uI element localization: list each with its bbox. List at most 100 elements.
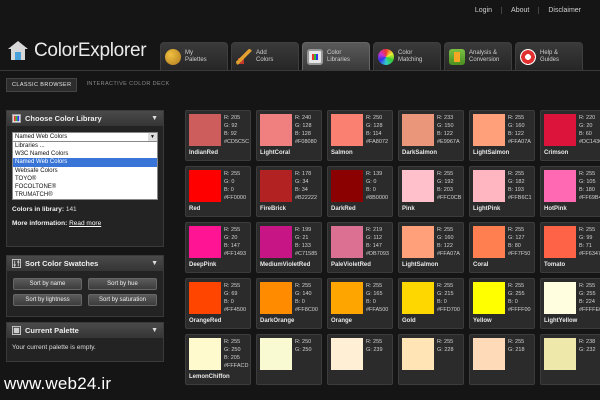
color-swatch-card[interactable]: R: 238 G: 232 [540,334,600,385]
color-swatch-card[interactable]: R: 255 G: 228 [398,334,464,385]
sort-swatches-header[interactable]: Sort Color Swatches ▼ [7,256,163,271]
color-swatch-card[interactable]: R: 178 G: 34 B: 34 #B22222 FireBrick [256,166,322,217]
color-value-g: G: 128 [366,123,383,129]
color-swatch[interactable] [402,226,434,258]
color-swatch[interactable] [544,170,576,202]
color-swatch-card[interactable]: R: 250 G: 250 [256,334,322,385]
color-swatch-card[interactable]: R: 255 G: 160 B: 122 #FFA07A LightSalmon [398,222,464,273]
color-swatch[interactable] [544,226,576,258]
color-swatch[interactable] [189,226,221,258]
color-swatch[interactable] [402,282,434,314]
current-palette-header[interactable]: Current Palette ▼ [7,323,163,338]
library-option[interactable]: W3C Named Colors [13,150,157,158]
color-swatch-card[interactable]: R: 255 G: 160 B: 122 #FFA07A LightSalmon [469,110,535,161]
tab-classic-browser[interactable]: CLASSIC BROWSER [6,78,78,92]
color-swatch-card[interactable]: R: 240 G: 128 B: 128 #F08080 LightCoral [256,110,322,161]
color-swatch[interactable] [189,338,221,370]
color-swatch[interactable] [260,170,292,202]
color-swatch-card[interactable]: R: 255 G: 218 [469,334,535,385]
color-swatch[interactable] [473,226,505,258]
library-select[interactable]: Named Web Colors ▼ [12,132,158,142]
color-swatch[interactable] [544,338,576,370]
color-swatch[interactable] [473,338,505,370]
color-swatch-card[interactable]: R: 255 G: 165 B: 0 #FFA500 Orange [327,278,393,329]
color-swatch[interactable] [189,282,221,314]
disclaimer-link[interactable]: Disclaimer [538,7,590,14]
tab-interactive-color-deck[interactable]: INTERACTIVE COLOR DECK [81,78,174,92]
color-swatch[interactable] [473,170,505,202]
color-swatch-card[interactable]: R: 255 G: 99 B: 71 #FF6347 Tomato [540,222,600,273]
color-swatch-card[interactable]: R: 255 G: 20 B: 147 #FF1493 DeepPink [185,222,251,273]
color-swatch-card[interactable]: R: 255 G: 255 B: 224 #FFFFE0 LightYellow [540,278,600,329]
sort-by-name-button[interactable]: Sort by name [13,278,82,290]
color-value-g: G: 232 [579,347,596,353]
color-swatch-card[interactable]: R: 219 G: 112 B: 147 #DB7093 PaleVioletRed [327,222,393,273]
color-swatch[interactable] [473,114,505,146]
color-swatch-card[interactable]: R: 255 G: 0 B: 0 #FF0000 Red [185,166,251,217]
color-values: R: 255 G: 105 B: 180 #FF69B4 [579,170,600,202]
tab-color-matching[interactable]: Color Matching [373,42,441,70]
tab-add-colors[interactable]: Add Colors [231,42,299,70]
collapse-arrow-icon[interactable]: ▼ [151,260,158,267]
color-swatch[interactable] [473,282,505,314]
sort-by-hue-button[interactable]: Sort by hue [88,278,157,290]
color-swatch[interactable] [544,282,576,314]
login-link[interactable]: Login [466,7,501,14]
color-swatch[interactable] [189,114,221,146]
color-swatch[interactable] [331,170,363,202]
color-swatch[interactable] [402,170,434,202]
collapse-arrow-icon[interactable]: ▼ [151,115,158,122]
library-option-selected[interactable]: Named Web Colors [13,158,157,167]
color-swatch[interactable] [189,170,221,202]
color-swatch-card[interactable]: R: 255 G: 140 B: 0 #FF8C00 DarkOrange [256,278,322,329]
library-option[interactable]: Libraries ... [13,142,157,150]
color-swatch[interactable] [331,282,363,314]
color-swatch-card[interactable]: R: 220 G: 20 B: 60 #DC143C Crimson [540,110,600,161]
color-swatch[interactable] [260,282,292,314]
chevron-down-icon[interactable]: ▼ [148,133,157,141]
library-option[interactable]: FOCOLTONE® [13,183,157,191]
library-option[interactable]: TRUMATCH® [13,191,157,199]
sub-navigation: CLASSIC BROWSER INTERACTIVE COLOR DECK [6,78,179,92]
color-swatch-card[interactable]: R: 255 G: 239 [327,334,393,385]
tab-my-palettes[interactable]: My Palettes [160,42,228,70]
color-swatch-card[interactable]: R: 255 G: 250 B: 205 #FFFACD LemonChiffon [185,334,251,385]
color-swatch[interactable] [402,114,434,146]
color-swatch-card[interactable]: R: 199 G: 21 B: 133 #C71585 MediumVioletRed [256,222,322,273]
color-swatch[interactable] [260,226,292,258]
color-swatch-card[interactable]: R: 255 G: 215 B: 0 #FFD700 Gold [398,278,464,329]
color-swatch[interactable] [331,226,363,258]
read-more-link[interactable]: Read more [69,220,101,227]
collapse-arrow-icon[interactable]: ▼ [151,327,158,334]
about-link[interactable]: About [501,7,538,14]
color-value-g: G: 0 [224,179,235,185]
color-swatch[interactable] [260,114,292,146]
color-swatch-card[interactable]: R: 255 G: 255 B: 0 #FFFF00 Yellow [469,278,535,329]
color-swatch-card[interactable]: R: 205 G: 92 B: 92 #CD5C5C IndianRed [185,110,251,161]
color-swatch-card[interactable]: R: 250 G: 128 B: 114 #FA8072 Salmon [327,110,393,161]
color-swatch-card[interactable]: R: 233 G: 150 B: 122 #E9967A DarkSalmon [398,110,464,161]
sort-by-lightness-button[interactable]: Sort by lightness [13,294,82,306]
color-swatch-card[interactable]: R: 255 G: 127 B: 80 #FF7F50 Coral [469,222,535,273]
color-swatch-card[interactable]: R: 255 G: 192 B: 203 #FFC0CB Pink [398,166,464,217]
color-swatch[interactable] [331,338,363,370]
color-swatch[interactable] [331,114,363,146]
color-swatch-card[interactable]: R: 255 G: 182 B: 193 #FFB6C1 LightPink [469,166,535,217]
color-swatch-card[interactable]: R: 139 G: 0 B: 0 #8B0000 DarkRed [327,166,393,217]
color-swatch[interactable] [402,338,434,370]
color-value-b: B: 71 [579,243,592,249]
sort-by-saturation-button[interactable]: Sort by saturation [88,294,157,306]
color-swatch-card[interactable]: R: 255 G: 105 B: 180 #FF69B4 HotPink [540,166,600,217]
library-option[interactable]: TOYO® [13,175,157,183]
library-option[interactable]: Websafe Colors [13,167,157,175]
color-swatch-card[interactable]: R: 255 G: 69 B: 0 #FF4500 OrangeRed [185,278,251,329]
color-values: R: 255 G: 20 B: 147 #FF1493 [224,226,246,258]
tab-analysis-conversion[interactable]: Analysis & Conversion [444,42,512,70]
tab-help-guides[interactable]: Help & Guides [515,42,583,70]
color-swatch[interactable] [544,114,576,146]
color-swatch[interactable] [260,338,292,370]
tab-color-libraries[interactable]: Color Libraries [302,42,370,70]
choose-library-header[interactable]: Choose Color Library ▼ [7,111,163,126]
app-logo[interactable]: ColorExplorer [8,40,147,62]
color-value-code: #F08080 [295,139,317,145]
